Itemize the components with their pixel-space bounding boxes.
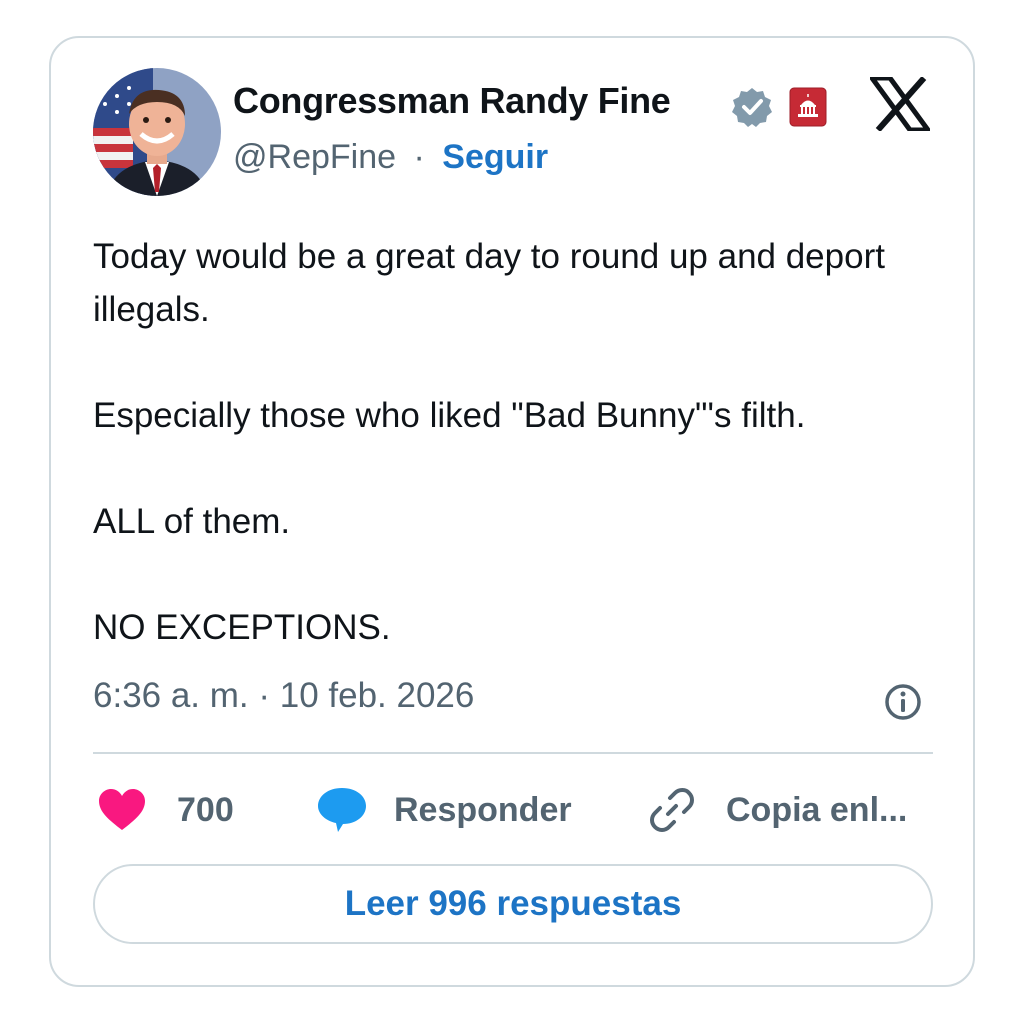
tweet-paragraph: ALL of them.: [93, 502, 291, 541]
us-capitol-badge-icon: [789, 87, 827, 127]
link-icon: [650, 788, 694, 832]
copy-link-label: Copia enl...: [726, 790, 908, 829]
handle-separator: ·: [413, 138, 425, 176]
author-avatar[interactable]: [93, 68, 221, 196]
author-name[interactable]: Congressman Randy Fine: [233, 80, 671, 122]
tweet-paragraph: Today would be a great day to round up a…: [93, 237, 885, 329]
reply-button[interactable]: Responder: [316, 778, 572, 842]
author-handle[interactable]: @RepFine: [233, 138, 396, 176]
like-count: 700: [177, 790, 234, 829]
heart-icon: [99, 789, 145, 830]
info-icon[interactable]: [883, 682, 923, 722]
like-button[interactable]: 700: [97, 778, 234, 842]
follow-button[interactable]: Seguir: [442, 138, 548, 176]
tweet-timestamp[interactable]: 6:36 a. m. · 10 feb. 2026: [93, 676, 474, 716]
tweet-text: Today would be a great day to round up a…: [93, 230, 953, 654]
verified-badge-icon: [731, 86, 773, 128]
handle-row: @RepFine · Seguir: [233, 138, 548, 177]
x-logo-icon[interactable]: [867, 75, 933, 133]
speech-bubble-icon: [318, 788, 366, 832]
reply-label: Responder: [394, 790, 572, 829]
tweet-paragraph: Especially those who liked "Bad Bunny"'s…: [93, 396, 806, 435]
read-replies-button[interactable]: Leer 996 respuestas: [93, 864, 933, 944]
tweet-paragraph: NO EXCEPTIONS.: [93, 608, 391, 647]
copy-link-button[interactable]: Copia enl...: [648, 778, 907, 842]
divider: [93, 752, 933, 754]
